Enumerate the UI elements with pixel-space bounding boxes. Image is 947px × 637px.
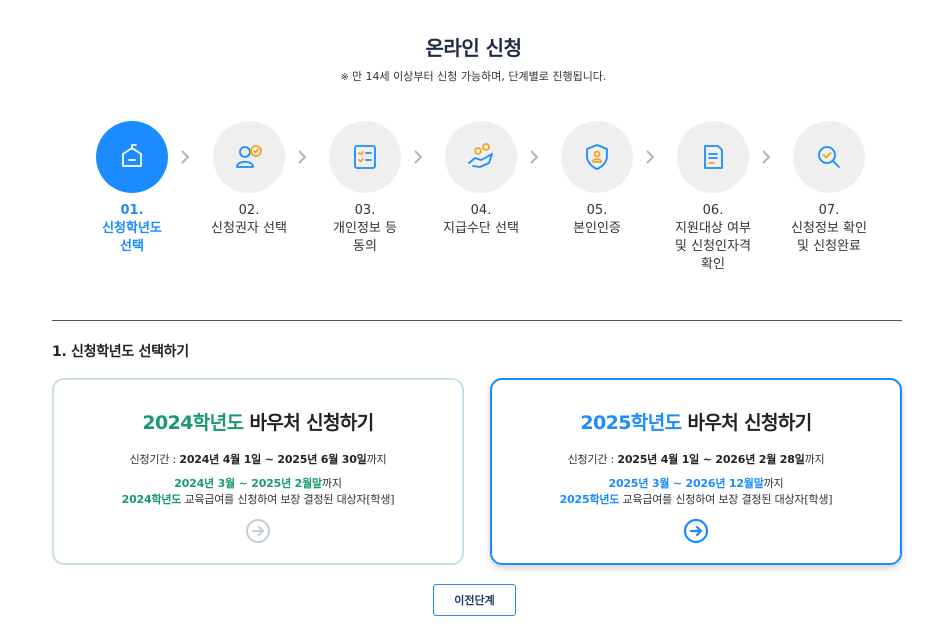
card-2024-range-value: 2024년 3월 ~ 2025년 2월말 <box>174 477 322 490</box>
shield-user-icon <box>586 144 608 170</box>
card-2024-title-year: 2024학년도 <box>142 412 244 434</box>
arrow-right-circle-icon[interactable] <box>245 518 271 544</box>
chevron-right-icon <box>298 150 307 164</box>
card-2025[interactable]: 2025학년도 바우처 신청하기 신청기간 : 2025년 4월 1일 ~ 20… <box>490 378 902 565</box>
step-1: 01. 신청학년도 선택 <box>92 121 172 256</box>
step-1-circle <box>96 121 168 193</box>
card-2025-title-year: 2025학년도 <box>580 412 682 434</box>
card-2025-title: 2025학년도 바우처 신청하기 <box>492 408 900 435</box>
search-check-icon <box>818 146 840 168</box>
card-2025-title-rest: 바우처 신청하기 <box>681 412 812 434</box>
step-3-circle <box>329 121 401 193</box>
step-3: 03. 개인정보 등 동의 <box>325 121 405 256</box>
step-4: 04. 지급수단 선택 <box>441 121 521 238</box>
arrow-right-circle-icon[interactable] <box>683 518 709 544</box>
step-3-number: 03. <box>354 203 376 218</box>
card-2025-period-value: 2025년 4월 1일 ~ 2026년 2월 28일 <box>617 453 805 466</box>
card-2025-target: 2025학년도 교육급여를 신청하여 보장 결정된 대상자[학생] <box>492 492 900 508</box>
step-1-number: 01. <box>120 203 144 218</box>
card-2024-period: 신청기간 : 2024년 4월 1일 ~ 2025년 6월 30일까지 <box>54 451 462 467</box>
document-icon <box>704 145 723 169</box>
chevron-right-icon <box>762 150 771 164</box>
chevron-right-icon <box>181 150 190 164</box>
step-1-label: 신청학년도 선택 <box>102 221 162 254</box>
card-2025-period: 신청기간 : 2025년 4월 1일 ~ 2026년 2월 28일까지 <box>492 451 900 467</box>
notice-message: 만 14세 이상부터 신청 가능하며, 단계별로 진행됩니다. <box>351 70 607 83</box>
step-7-circle <box>793 121 865 193</box>
card-2025-range: 2025년 3월 ~ 2026년 12월말까지 <box>492 476 900 492</box>
step-2-circle <box>213 121 285 193</box>
card-2024-title: 2024학년도 바우처 신청하기 <box>54 408 462 435</box>
card-2024-target: 2024학년도 교육급여를 신청하여 보장 결정된 대상자[학생] <box>54 492 462 508</box>
card-2024-title-rest: 바우처 신청하기 <box>243 412 374 434</box>
card-2024-target-rest: 교육급여를 신청하여 보장 결정된 대상자[학생] <box>181 493 395 506</box>
step-4-number: 04. <box>470 203 492 218</box>
card-2025-range-value: 2025년 3월 ~ 2026년 12월말 <box>608 477 764 490</box>
chevron-right-icon <box>530 150 539 164</box>
notice-mark: ※ <box>340 72 349 83</box>
card-2024-period-value: 2024년 4월 1일 ~ 2025년 6월 30일 <box>179 453 367 466</box>
card-2024-target-year: 2024학년도 <box>121 493 182 506</box>
step-7: 07. 신청정보 확인 및 신청완료 <box>789 121 869 256</box>
step-2: 02. 신청권자 선택 <box>209 121 289 238</box>
step-5: 05. 본인인증 <box>557 121 637 238</box>
step-7-number: 07. <box>818 203 840 218</box>
chevron-right-icon <box>646 150 655 164</box>
page-title: 온라인 신청 <box>425 36 522 60</box>
user-check-icon <box>236 145 262 168</box>
step-6: 06. 지원대상 여부 및 신청인자격 확인 <box>673 121 753 274</box>
step-5-circle <box>561 121 633 193</box>
step-5-label: 본인인증 <box>573 221 621 236</box>
step-2-number: 02. <box>238 203 260 218</box>
step-progress: 01. 신청학년도 선택 02. 신청권자 선택 03. 개인정보 등 동의 0… <box>92 121 872 281</box>
card-2024-period-suffix: 까지 <box>366 453 387 466</box>
step-5-number: 05. <box>586 203 608 218</box>
step-2-label: 신청권자 선택 <box>211 221 287 236</box>
checklist-icon <box>354 145 376 169</box>
card-2025-target-rest: 교육급여를 신청하여 보장 결정된 대상자[학생] <box>619 493 833 506</box>
card-2024-range: 2024년 3월 ~ 2025년 2월말까지 <box>54 476 462 492</box>
step-7-label: 신청정보 확인 및 신청완료 <box>791 221 867 254</box>
step-4-circle <box>445 121 517 193</box>
step-6-label: 지원대상 여부 및 신청인자격 확인 <box>675 221 751 272</box>
card-2024-period-label: 신청기간 : <box>129 453 180 466</box>
card-2025-target-year: 2025학년도 <box>559 493 620 506</box>
card-2025-period-suffix: 까지 <box>804 453 825 466</box>
card-2025-period-label: 신청기간 : <box>567 453 618 466</box>
school-icon <box>122 144 142 167</box>
card-2024[interactable]: 2024학년도 바우처 신청하기 신청기간 : 2024년 4월 1일 ~ 20… <box>52 378 464 565</box>
step-4-label: 지급수단 선택 <box>443 221 519 236</box>
step-6-circle <box>677 121 749 193</box>
section-divider <box>52 320 902 321</box>
hand-coins-icon <box>468 143 493 168</box>
chevron-right-icon <box>414 150 423 164</box>
section-title: 1. 신청학년도 선택하기 <box>52 344 189 360</box>
prev-step-button[interactable]: 이전단계 <box>433 584 516 616</box>
card-2024-range-suffix: 까지 <box>321 477 342 490</box>
notice-text: ※ 만 14세 이상부터 신청 가능하며, 단계별로 진행됩니다. <box>0 68 947 84</box>
step-6-number: 06. <box>702 203 724 218</box>
card-2025-range-suffix: 까지 <box>763 477 784 490</box>
step-3-label: 개인정보 등 동의 <box>333 221 397 254</box>
